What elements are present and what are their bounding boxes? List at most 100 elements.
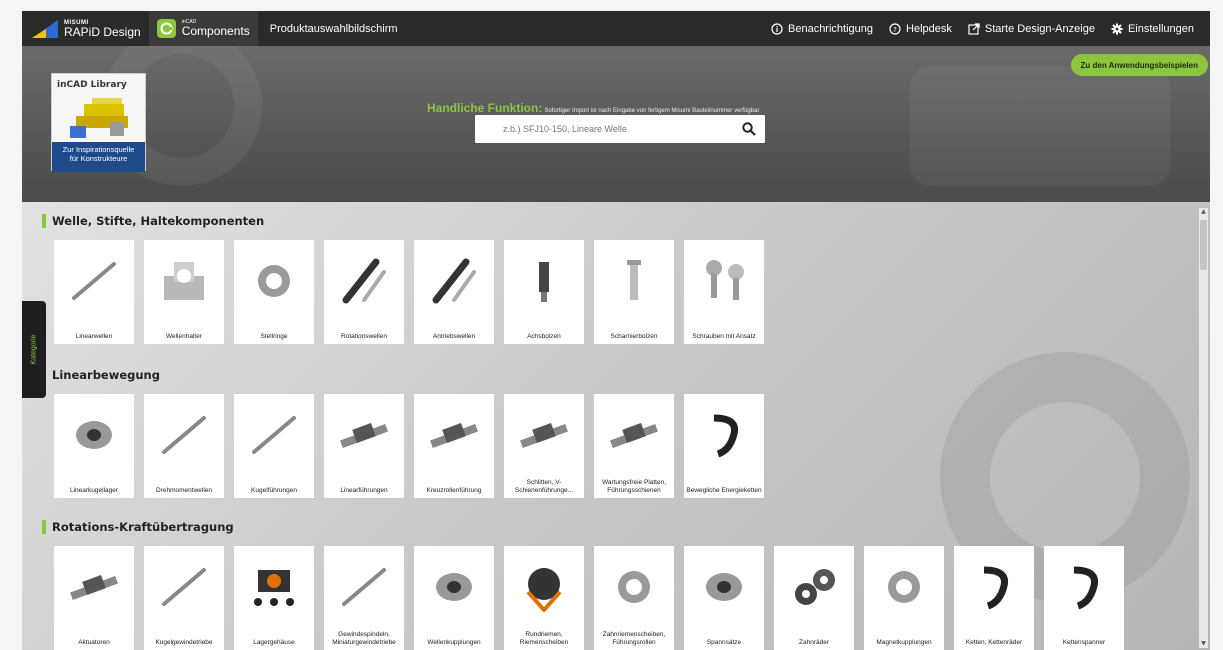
product-thumbnail xyxy=(324,400,404,470)
tile-label: Achsbolzen xyxy=(527,332,561,340)
category-tile[interactable]: Schlitten, V-Schienenführunge... xyxy=(504,394,584,498)
product-thumbnail xyxy=(54,552,134,622)
components-main: Components xyxy=(181,24,250,38)
product-thumbnail xyxy=(684,400,764,470)
category-tile[interactable]: Zahnräder xyxy=(774,546,854,650)
category-tile[interactable]: Linearwellen xyxy=(54,240,134,344)
product-thumbnail xyxy=(954,552,1034,622)
category-tile[interactable]: Lagergehäuse xyxy=(234,546,314,650)
category-tile[interactable]: Kettenspanner xyxy=(1044,546,1124,650)
product-thumbnail xyxy=(864,552,944,622)
category-tab-label: Kategorie xyxy=(30,334,38,365)
category-tile[interactable]: Zahnriemenscheiben, Führungsrollen xyxy=(594,546,674,650)
tagline-small: Sofortiger Import ist nach Eingabe von f… xyxy=(544,108,760,114)
helpdesk-link[interactable]: ? Helpdesk xyxy=(889,23,952,35)
tile-label: Wellenkupplungen xyxy=(427,638,481,646)
category-tile[interactable]: Ketten, Kettenräder xyxy=(954,546,1034,650)
tile-grid: Linearwellen Wellenhalter Stellringe Rotati… xyxy=(54,240,764,344)
product-thumbnail xyxy=(234,552,314,622)
tile-label: Wartungsfreie Platten, Führungsschienen xyxy=(601,479,667,494)
product-thumbnail xyxy=(594,246,674,316)
product-thumbnail xyxy=(684,246,764,316)
scroll-up-icon[interactable]: ▲ xyxy=(1199,208,1208,216)
app-frame: MISUMI RAPiD Design inCAD Components Pro… xyxy=(0,0,1223,650)
category-tile[interactable]: Wellenkupplungen xyxy=(414,546,494,650)
tile-label: Rundriemen, Riemenscheiben xyxy=(519,631,569,646)
category-tile[interactable]: Kugelführungen xyxy=(234,394,314,498)
scrollbar[interactable]: ▲ ▼ xyxy=(1199,208,1208,648)
section-linear: Linearbewegung Linearkugellager Drehmomen… xyxy=(42,368,764,498)
tile-label: Magnetkupplungen xyxy=(876,638,932,646)
misumi-logo[interactable]: MISUMI RAPiD Design xyxy=(22,11,149,46)
notification-label: Benachrichtigung xyxy=(788,22,874,35)
tile-label: Drehmomentwellen xyxy=(156,486,212,494)
search-icon[interactable] xyxy=(741,121,757,137)
category-tile[interactable]: Bewegliche Energieketten xyxy=(684,394,764,498)
tile-label: Aktuatoren xyxy=(78,638,110,646)
category-tile[interactable]: Aktuatoren xyxy=(54,546,134,650)
product-thumbnail xyxy=(144,552,224,622)
tile-label: Antriebswellen xyxy=(432,332,476,340)
design-view-label: Starte Design-Anzeige xyxy=(984,22,1095,35)
top-bar: MISUMI RAPiD Design inCAD Components Pro… xyxy=(22,11,1210,46)
components-icon xyxy=(156,19,176,38)
notification-link[interactable]: Benachrichtigung xyxy=(771,23,873,35)
category-tile[interactable]: Spannsätze xyxy=(684,546,764,650)
category-tile[interactable]: Drehmomentwellen xyxy=(144,394,224,498)
tile-label: Schlitten, V-Schienenführunge... xyxy=(514,479,574,494)
tile-grid: Linearkugellager Drehmomentwellen Kugelfüh… xyxy=(54,394,764,498)
settings-link[interactable]: Einstellungen xyxy=(1111,23,1194,35)
library-label: inCAD Library xyxy=(57,80,127,90)
category-tile[interactable]: Magnetkupplungen xyxy=(864,546,944,650)
top-nav: Benachrichtigung ? Helpdesk Starte Desig… xyxy=(771,23,1210,35)
product-thumbnail xyxy=(774,552,854,622)
search-input[interactable] xyxy=(503,124,741,134)
help-icon: ? xyxy=(889,22,901,35)
product-thumbnail xyxy=(144,400,224,470)
library-image: inCAD Library xyxy=(52,74,145,142)
application-examples-button[interactable]: Zu den Anwendungsbeispielen xyxy=(1070,54,1208,76)
scroll-down-icon[interactable]: ▼ xyxy=(1199,640,1208,648)
external-link-icon xyxy=(968,22,980,35)
tile-label: Kreuzrollenführung xyxy=(426,486,482,494)
tile-label: Scharnierbolzen xyxy=(610,332,658,340)
category-tile[interactable]: Linearkugellager xyxy=(54,394,134,498)
section-shafts: Welle, Stifte, Haltekomponenten Linearwe… xyxy=(42,214,764,344)
category-tile[interactable]: Stellringe xyxy=(234,240,314,344)
hero-tagline: Handliche Funktion: Sofortiger Import is… xyxy=(427,101,759,115)
tile-label: Lagergehäuse xyxy=(253,638,295,646)
components-logo[interactable]: inCAD Components xyxy=(148,11,258,46)
section-rotation: Rotations-Kraftübertragung Aktuatoren Kug… xyxy=(42,520,1124,650)
category-tile[interactable]: Antriebswellen xyxy=(414,240,494,344)
category-tile[interactable]: Kugelgewindetriebe xyxy=(144,546,224,650)
category-tile[interactable]: Rundriemen, Riemenscheiben xyxy=(504,546,584,650)
category-tile[interactable]: Rotationswellen xyxy=(324,240,404,344)
gear-icon xyxy=(1111,23,1123,35)
tile-label: Kettenspanner xyxy=(1062,638,1106,646)
section-title: Rotations-Kraftübertragung xyxy=(42,520,1124,534)
design-view-link[interactable]: Starte Design-Anzeige xyxy=(968,23,1095,35)
svg-text:?: ? xyxy=(893,26,897,34)
category-tile[interactable]: Achsbolzen xyxy=(504,240,584,344)
product-thumbnail xyxy=(234,246,314,316)
category-tile[interactable]: Gewindespindeln, Miniaturgewindetriebe xyxy=(324,546,404,650)
category-tile[interactable]: Wellenhalter xyxy=(144,240,224,344)
section-title: Welle, Stifte, Haltekomponenten xyxy=(42,214,764,228)
settings-label: Einstellungen xyxy=(1127,22,1194,35)
scroll-thumb[interactable] xyxy=(1200,220,1207,270)
hero-banner: inCAD Library Zur Inspirationsquelle für… xyxy=(22,46,1210,202)
section-title: Linearbewegung xyxy=(42,368,764,382)
product-thumbnail xyxy=(54,246,134,316)
category-tile[interactable]: Wartungsfreie Platten, Führungsschienen xyxy=(594,394,674,498)
product-thumbnail xyxy=(594,400,674,470)
library-caption-line1: Zur Inspirationsquelle xyxy=(62,145,135,154)
inspiration-library-card[interactable]: inCAD Library Zur Inspirationsquelle für… xyxy=(51,73,146,172)
product-thumbnail xyxy=(414,246,494,316)
category-tile[interactable]: Linearführungen xyxy=(324,394,404,498)
category-drawer-tab[interactable]: Kategorie xyxy=(22,301,46,398)
category-tile[interactable]: Schrauben mit Ansatz xyxy=(684,240,764,344)
product-thumbnail xyxy=(594,552,674,622)
category-tile[interactable]: Scharnierbolzen xyxy=(594,240,674,344)
tile-grid: Aktuatoren Kugelgewindetriebe Lagergehäuse… xyxy=(54,546,1124,650)
category-tile[interactable]: Kreuzrollenführung xyxy=(414,394,494,498)
